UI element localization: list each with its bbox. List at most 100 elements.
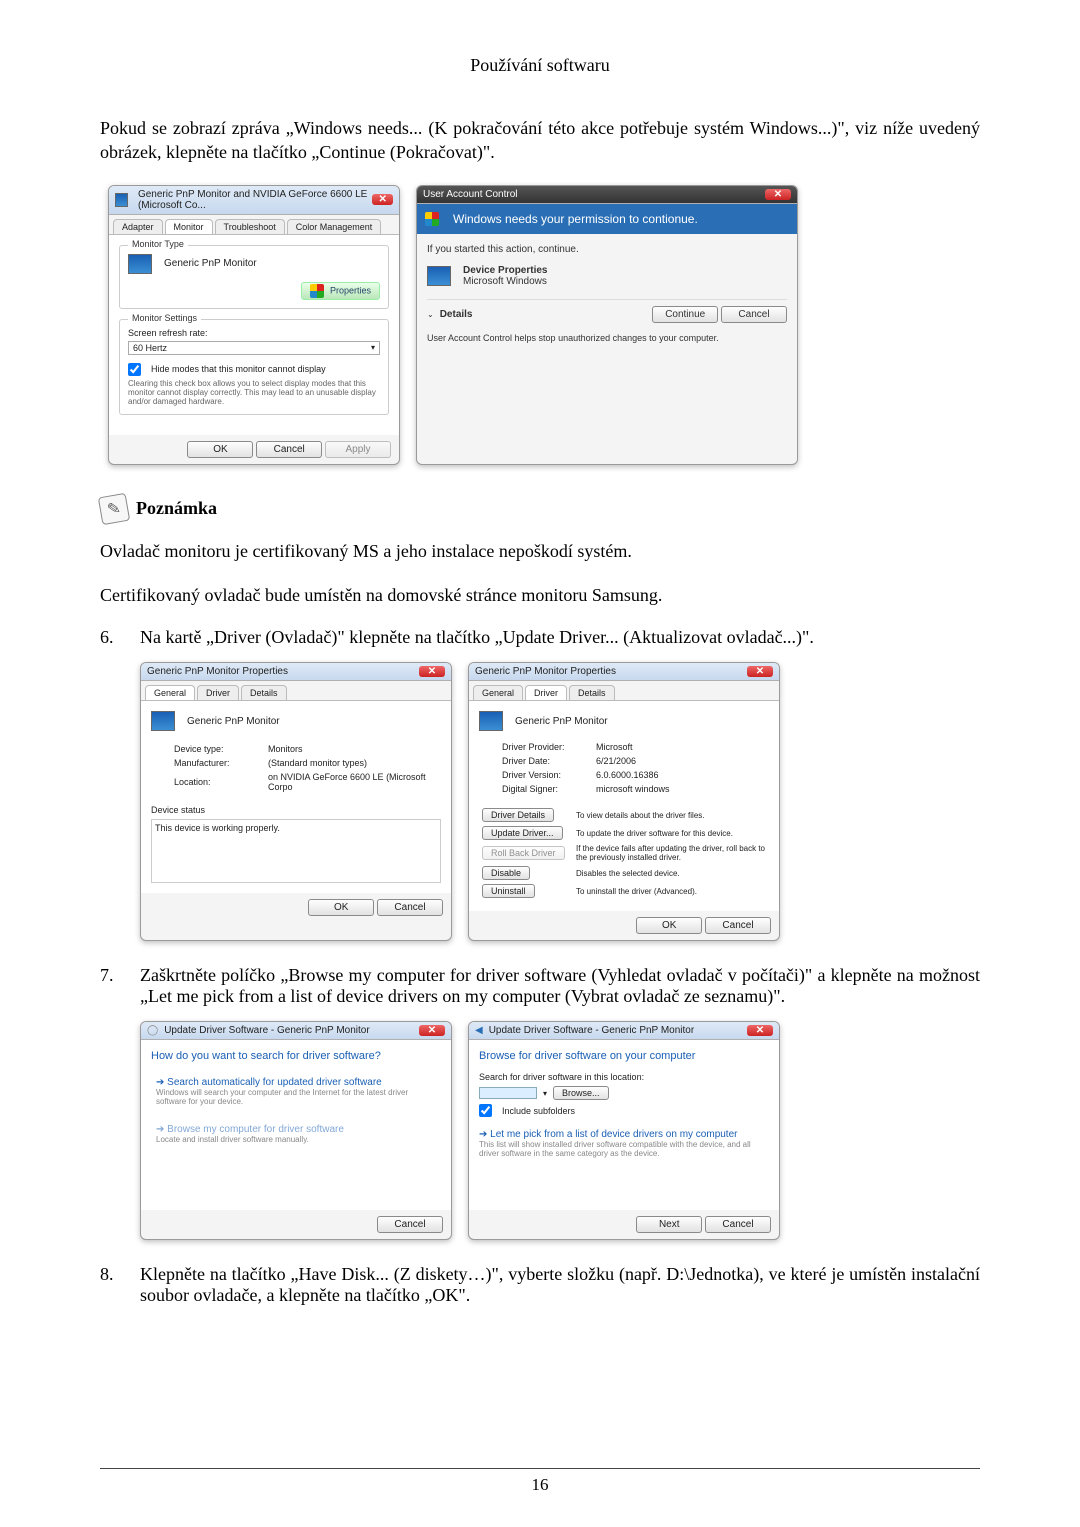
signer-value: microsoft windows [595,783,671,795]
step-number: 8. [100,1264,120,1306]
date-label: Driver Date: [501,755,593,767]
page-header: Používání softwaru [100,55,980,76]
next-button[interactable]: Next [636,1216,702,1233]
hide-modes-checkbox[interactable] [128,363,141,376]
location-value: on NVIDIA GeForce 6600 LE (Microsoft Cor… [267,771,439,793]
note-paragraph-1: Ovladač monitoru je certifikovaný MS a j… [100,539,980,563]
note-block: ✎ Poznámka [100,495,980,523]
uac-footer: User Account Control helps stop unauthor… [427,333,787,343]
tab-adapter[interactable]: Adapter [113,219,163,234]
step-6: 6. Na kartě „Driver (Ovladač)" klepněte … [100,627,980,648]
cancel-button[interactable]: Cancel [705,1216,771,1233]
uac-headline: Windows needs your permission to contion… [453,212,698,226]
tab-color-management[interactable]: Color Management [287,219,382,234]
continue-button[interactable]: Continue [652,306,718,323]
tab-details[interactable]: Details [241,685,287,700]
devtype-label: Device type: [173,743,265,755]
version-value: 6.0.6000.16386 [595,769,671,781]
update-wizard-browse: ◀ Update Driver Software - Generic PnP M… [468,1021,780,1240]
device-status-legend: Device status [151,805,441,815]
refresh-rate-dropdown[interactable]: 60 Hertz▾ [128,341,380,355]
include-subfolders-checkbox[interactable] [479,1104,492,1117]
monitor-settings-dialog: Generic PnP Monitor and NVIDIA GeForce 6… [108,185,400,465]
apply-button[interactable]: Apply [325,441,391,458]
properties-button[interactable]: Properties [301,282,380,300]
browse-computer-desc: Locate and install driver software manua… [156,1135,436,1144]
cancel-button[interactable]: Cancel [377,1216,443,1233]
monitor-icon [151,711,175,731]
cancel-button[interactable]: Cancel [256,441,322,458]
cancel-button[interactable]: Cancel [721,306,787,323]
close-icon[interactable]: ✕ [747,1025,773,1036]
device-name: Generic PnP Monitor [515,716,608,727]
device-name: Generic PnP Monitor [187,716,280,727]
tab-monitor[interactable]: Monitor [165,219,213,234]
ok-button[interactable]: OK [187,441,253,458]
tab-troubleshoot[interactable]: Troubleshoot [215,219,285,234]
tab-general[interactable]: General [145,685,195,700]
date-value: 6/21/2006 [595,755,671,767]
properties-general-dialog: Generic PnP Monitor Properties ✕ General… [140,662,452,941]
details-toggle[interactable]: Details [440,309,473,320]
hide-modes-desc: Clearing this check box allows you to se… [128,379,380,406]
step-text: Na kartě „Driver (Ovladač)" klepněte na … [140,627,980,648]
update-driver-button[interactable]: Update Driver... [482,826,563,840]
wizard-heading: Browse for driver software on your compu… [479,1050,769,1062]
monitor-settings-legend: Monitor Settings [128,313,201,323]
screenshot-row-1: Generic PnP Monitor and NVIDIA GeForce 6… [108,185,980,465]
disable-button[interactable]: Disable [482,866,530,880]
window-titlebar: Generic PnP Monitor and NVIDIA GeForce 6… [109,186,399,215]
hide-modes-label: Hide modes that this monitor cannot disp… [151,364,326,374]
rollback-driver-desc: If the device fails after updating the d… [575,843,767,863]
ok-button[interactable]: OK [308,899,374,916]
location-label: Location: [173,771,265,793]
close-icon[interactable]: ✕ [419,666,445,677]
version-label: Driver Version: [501,769,593,781]
shield-icon [310,284,324,298]
ok-button[interactable]: OK [636,917,702,934]
document-page: Používání softwaru Pokud se zobrazí zprá… [0,0,1080,1527]
browse-computer-option[interactable]: ➔ Browse my computer for driver software [156,1124,436,1135]
cancel-button[interactable]: Cancel [705,917,771,934]
cancel-button[interactable]: Cancel [377,899,443,916]
close-icon[interactable]: ✕ [419,1025,445,1036]
uac-dialog: User Account Control ✕ Windows needs you… [416,185,798,465]
pick-from-list-option[interactable]: ➔ Let me pick from a list of device driv… [479,1129,769,1140]
disable-desc: Disables the selected device. [575,865,767,881]
driver-details-button[interactable]: Driver Details [482,808,554,822]
uninstall-button[interactable]: Uninstall [482,884,535,898]
breadcrumb: Update Driver Software - Generic PnP Mon… [489,1025,694,1036]
rollback-driver-button[interactable]: Roll Back Driver [482,846,565,860]
devtype-value: Monitors [267,743,439,755]
step-text: Klepněte na tlačítko „Have Disk... (Z di… [140,1264,980,1306]
manufacturer-label: Manufacturer: [173,757,265,769]
breadcrumb: Update Driver Software - Generic PnP Mon… [164,1025,369,1036]
location-label: Search for driver software in this locat… [479,1072,769,1082]
tab-driver[interactable]: Driver [197,685,239,700]
tab-general[interactable]: General [473,685,523,700]
close-icon[interactable]: ✕ [372,194,393,205]
uac-item-name: Device Properties [463,265,548,276]
refresh-rate-label: Screen refresh rate: [128,328,380,338]
note-label: Poznámka [136,498,217,519]
step-number: 7. [100,965,120,1007]
note-paragraph-2: Certifikovaný ovladač bude umístěn na do… [100,583,980,607]
tab-driver[interactable]: Driver [525,685,567,700]
browse-button[interactable]: Browse... [553,1086,609,1100]
window-title: Generic PnP Monitor Properties [475,666,616,677]
back-icon[interactable]: ◀ [475,1025,483,1036]
search-auto-option[interactable]: ➔ Search automatically for updated drive… [156,1077,436,1088]
search-auto-desc: Windows will search your computer and th… [156,1088,436,1106]
wizard-heading: How do you want to search for driver sof… [151,1050,441,1062]
back-icon[interactable]: ◯ [147,1025,158,1036]
intro-paragraph: Pokud se zobrazí zpráva „Windows needs..… [100,116,980,165]
tab-details[interactable]: Details [569,685,615,700]
close-icon[interactable]: ✕ [747,666,773,677]
location-input[interactable] [479,1087,537,1099]
close-icon[interactable]: ✕ [765,189,791,200]
pick-from-list-desc: This list will show installed driver sof… [479,1140,769,1158]
window-title: Generic PnP Monitor Properties [147,666,288,677]
manufacturer-value: (Standard monitor types) [267,757,439,769]
monitor-icon [479,711,503,731]
step-number: 6. [100,627,120,648]
